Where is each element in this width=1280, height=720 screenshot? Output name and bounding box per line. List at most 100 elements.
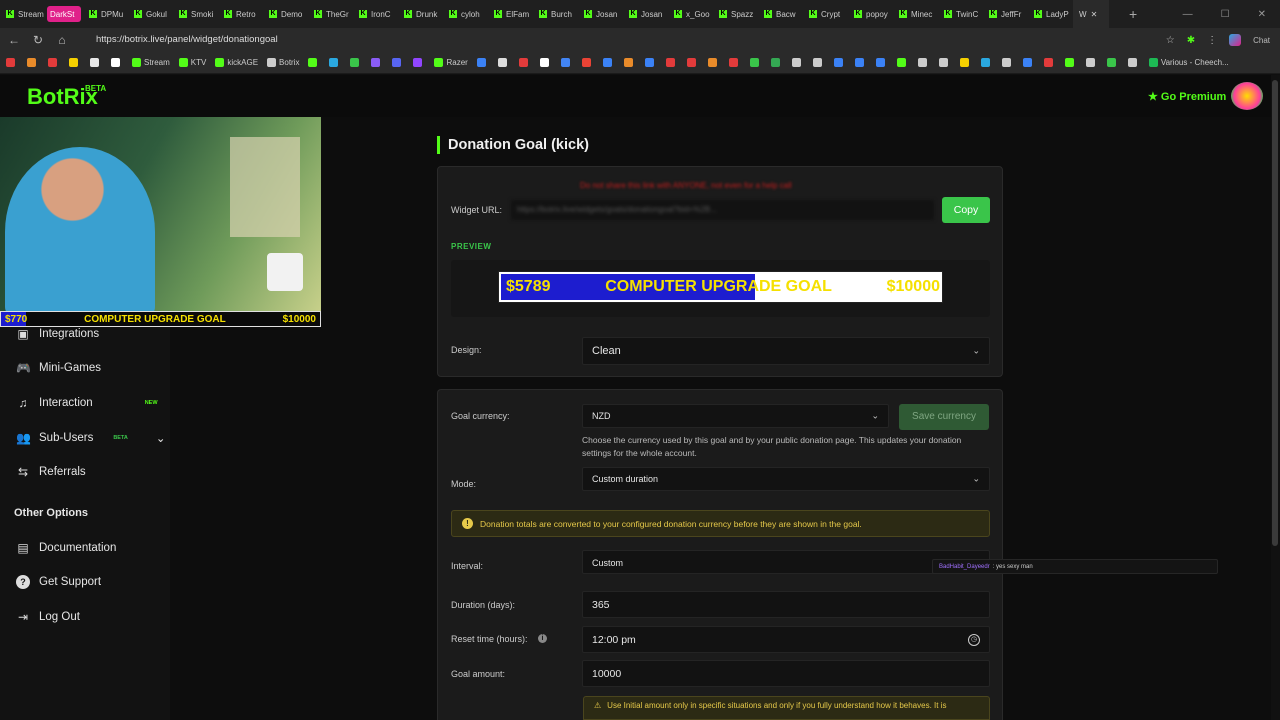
browser-tab[interactable]: K Burch [533,0,578,28]
bookmark-item[interactable] [896,58,909,67]
browser-tab[interactable]: K Gokul [128,0,173,28]
browser-tab[interactable]: K Demo [263,0,308,28]
bookmark-item[interactable] [111,58,123,67]
goal-amount-input[interactable]: 10000 [582,660,990,687]
bookmark-item[interactable] [749,58,762,67]
browser-tab[interactable]: K Josan [623,0,668,28]
active-tab[interactable]: W ✕ [1073,0,1109,28]
scrollbar-thumb[interactable] [1272,80,1278,546]
sidebar-item-documentation[interactable]: ▤ Documentation [16,541,116,555]
bookmark-item[interactable] [392,58,404,67]
extension-icon[interactable]: ✱ [1187,35,1195,46]
bookmark-item[interactable] [707,58,720,67]
browser-tab[interactable]: K Retro [218,0,263,28]
bookmark-item[interactable] [6,58,18,67]
bookmark-item[interactable] [623,58,636,67]
bookmark-item[interactable] [560,58,573,67]
currency-select[interactable]: NZD ⌄ [582,404,889,428]
home-icon[interactable]: ⌂ [50,33,74,47]
bookmark-item[interactable] [770,58,783,67]
copy-button[interactable]: Copy [942,197,990,223]
browser-tab[interactable]: K TwinC [938,0,983,28]
browser-tab[interactable]: K Bacw [758,0,803,28]
browser-tab[interactable]: K DPMu [83,0,128,28]
bookmark-item[interactable] [875,58,888,67]
bookmark-item[interactable] [1022,58,1035,67]
bookmark-item[interactable] [917,58,930,67]
bookmark-item[interactable] [371,58,383,67]
bookmark-item[interactable] [329,58,341,67]
bookmark-item[interactable] [1064,58,1077,67]
bookmark-item[interactable]: Stream [132,58,170,67]
back-icon[interactable]: ← [2,33,26,47]
copilot-icon[interactable] [1229,34,1242,46]
bookmark-item[interactable] [833,58,846,67]
bookmark-item[interactable] [644,58,657,67]
browser-tab[interactable]: K Crypt [803,0,848,28]
maximize-icon[interactable]: ☐ [1221,9,1230,20]
bookmark-item[interactable]: Razer [434,58,468,67]
browser-tab[interactable]: K Josan [578,0,623,28]
bookmark-item[interactable] [728,58,741,67]
browser-tab[interactable]: Kpopoy [848,0,893,28]
widget-url-field[interactable]: https://botrix.live/widgets/goals/donati… [511,200,934,220]
bookmark-item[interactable] [791,58,804,67]
sidebar-item-sub-users[interactable]: 👥 Sub-Users BETA ⌄ [16,431,166,445]
chat-label[interactable]: Chat [1253,36,1270,45]
browser-tab[interactable]: K TheGr [308,0,353,28]
duration-input[interactable]: 365 [582,591,990,618]
browser-tab[interactable]: Kx_Goo [668,0,713,28]
chevron-down-icon[interactable]: ⌄ [156,431,166,445]
bookmark-item[interactable] [581,58,594,67]
bookmark-item[interactable] [1127,58,1140,67]
minimize-icon[interactable]: — [1183,9,1193,20]
sidebar-item-referrals[interactable]: ⇆ Referrals [16,465,166,479]
help-circle-icon[interactable]: i [538,634,547,643]
reset-time-input[interactable]: 12:00 pm ◷ [582,626,990,653]
bookmark-item[interactable] [476,58,489,67]
close-window-icon[interactable]: ✕ [1258,9,1266,20]
browser-tab[interactable]: K Minec [893,0,938,28]
bookmark-item[interactable] [518,58,531,67]
bookmark-item[interactable]: KTV [178,58,206,67]
save-currency-button[interactable]: Save currency [899,404,989,430]
sidebar-item-interaction[interactable]: ♫ Interaction NEW [16,396,166,410]
bookmark-item[interactable] [350,58,362,67]
bookmark-item[interactable] [812,58,825,67]
browser-tab[interactable]: K JeffFr [983,0,1028,28]
browser-tab[interactable]: K Stream [0,0,45,28]
bookmark-item[interactable] [539,58,552,67]
bookmark-item[interactable] [48,58,60,67]
browser-tab[interactable]: K Spazz [713,0,758,28]
bookmark-star-icon[interactable]: ☆ [1166,35,1175,46]
go-premium-link[interactable]: ★ Go Premium [1148,90,1226,103]
bookmark-item[interactable] [854,58,867,67]
bookmark-item[interactable]: Botrix [267,58,299,67]
browser-tab[interactable]: K Smoki [173,0,218,28]
bookmark-item[interactable] [959,58,972,67]
bookmark-item[interactable] [938,58,951,67]
interval-select[interactable]: Custom [582,550,990,574]
close-tab-icon[interactable]: ✕ [1091,10,1098,19]
bookmark-item[interactable]: Various - Cheech... [1148,58,1229,67]
browser-tab[interactable]: DarkSt [47,6,81,22]
mode-select[interactable]: Custom duration ⌄ [582,467,990,491]
bookmark-item[interactable] [497,58,510,67]
bookmark-item[interactable] [980,58,993,67]
bookmark-item[interactable] [90,58,102,67]
sidebar-item-mini-games[interactable]: 🎮 Mini-Games [16,361,166,375]
bookmark-item[interactable] [1001,58,1014,67]
reload-icon[interactable]: ↻ [26,33,50,47]
new-tab-icon[interactable]: + [1129,6,1147,22]
sidebar-item-integrations[interactable]: ▣ Integrations [16,327,166,341]
bookmark-item[interactable] [602,58,615,67]
url-field[interactable]: https://botrix.live/panel/widget/donatio… [80,31,1170,49]
sidebar-item-get-support[interactable]: ? Get Support [16,575,101,589]
design-select[interactable]: Clean ⌄ [582,337,990,365]
bookmark-item[interactable] [665,58,678,67]
bookmark-item[interactable] [686,58,699,67]
bookmark-item[interactable] [413,58,425,67]
clock-icon[interactable]: ◷ [968,633,980,646]
bookmark-item[interactable] [1085,58,1098,67]
bookmark-item[interactable] [27,58,39,67]
